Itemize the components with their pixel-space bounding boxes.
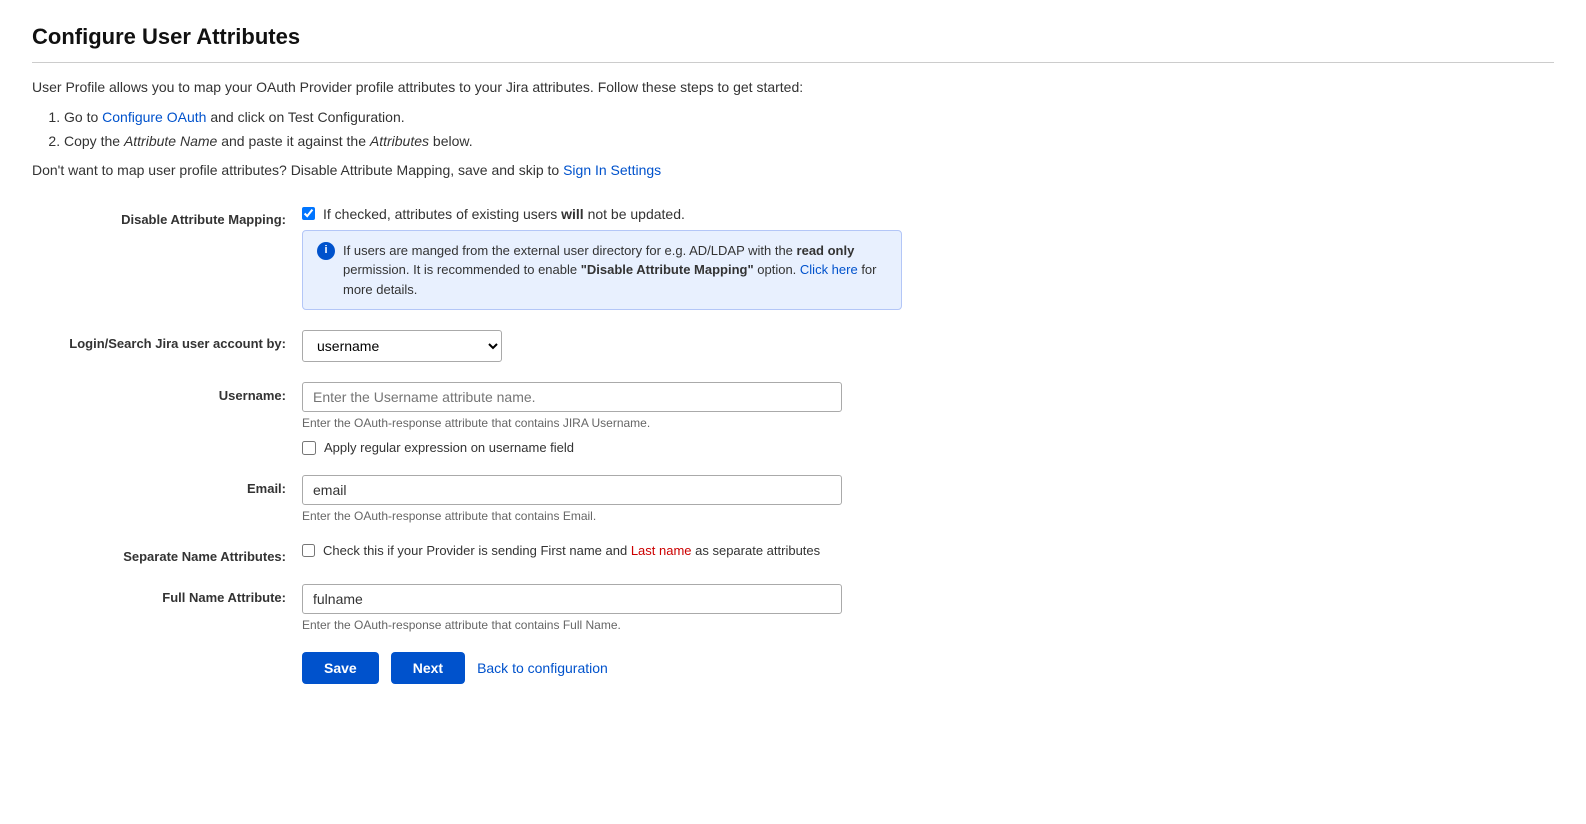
back-to-configuration-button[interactable]: Back to configuration (477, 660, 608, 676)
next-button[interactable]: Next (391, 652, 465, 684)
login-search-row: Login/Search Jira user account by: usern… (32, 330, 1554, 362)
title-divider (32, 62, 1554, 63)
separate-name-row: Separate Name Attributes: Check this if … (32, 543, 1554, 564)
username-hint: Enter the OAuth-response attribute that … (302, 416, 902, 430)
skip-line-text: Don't want to map user profile attribute… (32, 162, 563, 178)
save-button[interactable]: Save (302, 652, 379, 684)
disable-attr-label: Disable Attribute Mapping: (32, 206, 302, 227)
form-section: Disable Attribute Mapping: If checked, a… (32, 206, 1554, 633)
fullname-content: Enter the OAuth-response attribute that … (302, 584, 902, 632)
info-box: i If users are manged from the external … (302, 230, 902, 311)
email-content: Enter the OAuth-response attribute that … (302, 475, 902, 523)
click-here-link[interactable]: Click here (800, 262, 858, 277)
intro-text: User Profile allows you to map your OAut… (32, 77, 1554, 98)
sign-in-settings-link[interactable]: Sign In Settings (563, 162, 661, 178)
separate-name-label: Separate Name Attributes: (32, 543, 302, 564)
apply-regex-label: Apply regular expression on username fie… (324, 440, 574, 455)
email-input[interactable] (302, 475, 842, 505)
username-input[interactable] (302, 382, 842, 412)
email-hint: Enter the OAuth-response attribute that … (302, 509, 902, 523)
apply-regex-checkbox[interactable] (302, 441, 316, 455)
step-1-text: and click on Test Configuration. (210, 109, 404, 125)
email-row: Email: Enter the OAuth-response attribut… (32, 475, 1554, 523)
step-2: Copy the Attribute Name and paste it aga… (64, 130, 1554, 154)
separate-name-checkbox[interactable] (302, 544, 315, 557)
last-name-text: Last name (631, 543, 692, 558)
username-label: Username: (32, 382, 302, 403)
separate-name-checkbox-label: Check this if your Provider is sending F… (323, 543, 820, 558)
info-icon: i (317, 242, 335, 260)
button-row: Save Next Back to configuration (32, 652, 1554, 684)
login-search-content: username email User ID (302, 330, 902, 362)
step-2-after: below. (433, 133, 473, 149)
email-label: Email: (32, 475, 302, 496)
fullname-row: Full Name Attribute: Enter the OAuth-res… (32, 584, 1554, 632)
fullname-label: Full Name Attribute: (32, 584, 302, 605)
login-search-select[interactable]: username email User ID (302, 330, 502, 362)
disable-attr-checkbox[interactable] (302, 207, 315, 220)
configure-oauth-link[interactable]: Configure OAuth (102, 109, 206, 125)
fullname-input[interactable] (302, 584, 842, 614)
intro-steps: Go to Configure OAuth and click on Test … (64, 106, 1554, 154)
skip-line: Don't want to map user profile attribute… (32, 162, 1554, 178)
step-2-middle: and paste it against the (221, 133, 370, 149)
username-content: Enter the OAuth-response attribute that … (302, 382, 902, 455)
step-2-italic1: Attribute Name (124, 133, 217, 149)
username-row: Username: Enter the OAuth-response attri… (32, 382, 1554, 455)
step-2-italic2: Attributes (370, 133, 429, 149)
info-box-text: If users are manged from the external us… (343, 241, 887, 300)
login-search-label: Login/Search Jira user account by: (32, 330, 302, 351)
separate-name-content: Check this if your Provider is sending F… (302, 543, 902, 558)
disable-attr-row: Disable Attribute Mapping: If checked, a… (32, 206, 1554, 311)
disable-attr-checkbox-label: If checked, attributes of existing users… (323, 206, 685, 222)
fullname-hint: Enter the OAuth-response attribute that … (302, 618, 902, 632)
page-title: Configure User Attributes (32, 24, 1554, 50)
step-1: Go to Configure OAuth and click on Test … (64, 106, 1554, 130)
disable-attr-content: If checked, attributes of existing users… (302, 206, 902, 311)
apply-regex-row: Apply regular expression on username fie… (302, 440, 902, 455)
